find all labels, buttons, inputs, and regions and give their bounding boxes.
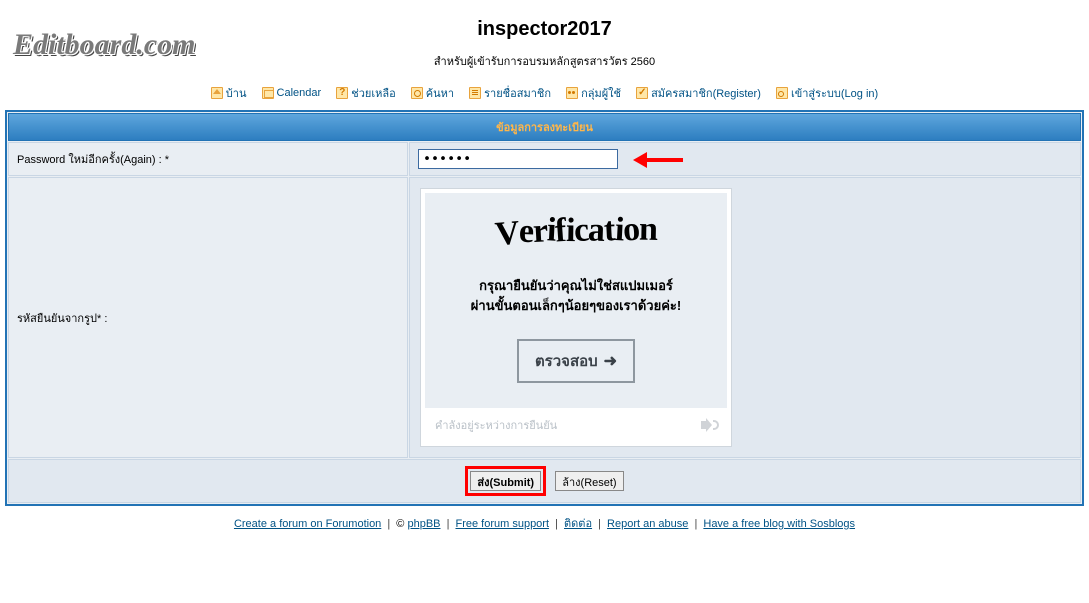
main-nav: บ้าน Calendar ช่วยเหลือ ค้นหา รายชื่อสมา… bbox=[5, 78, 1084, 110]
nav-help[interactable]: ช่วยเหลือ bbox=[336, 84, 395, 102]
verification-title: Verification bbox=[436, 210, 717, 253]
nav-login[interactable]: เข้าสู่ระบบ(Log in) bbox=[776, 84, 878, 102]
home-icon bbox=[211, 87, 223, 99]
footer-report[interactable]: Report an abuse bbox=[607, 518, 688, 530]
pointer-arrow-icon bbox=[633, 154, 683, 166]
submit-button[interactable]: ส่ง(Submit) bbox=[470, 471, 541, 491]
verification-widget: Verification กรุณายืนยันว่าคุณไม่ใช่สแปม… bbox=[420, 188, 732, 447]
verification-footer-hint: คำลังอยู่ระหว่างการยืนยัน bbox=[435, 416, 557, 434]
site-subtitle: สำหรับผู้เข้ารับการอบรมหลักสูตรสารวัตร 2… bbox=[5, 52, 1084, 70]
register-form-table: ข้อมูลการลงทะเบียน Password ใหม่อีกครั้ง… bbox=[5, 110, 1084, 506]
nav-groups[interactable]: กลุ่มผู้ใช้ bbox=[566, 84, 621, 102]
password-again-label: Password ใหม่อีกครั้ง(Again) : * bbox=[8, 142, 408, 176]
reset-button[interactable]: ล้าง(Reset) bbox=[555, 471, 623, 491]
section-header: ข้อมูลการลงทะเบียน bbox=[8, 113, 1081, 141]
captcha-label: รหัสยืนยันจากรูป* : bbox=[8, 177, 408, 458]
nav-home[interactable]: บ้าน bbox=[211, 84, 247, 102]
search-icon bbox=[411, 87, 423, 99]
password-again-input[interactable] bbox=[418, 149, 618, 169]
footer-phpbb[interactable]: phpBB bbox=[407, 518, 440, 530]
nav-register[interactable]: สมัครสมาชิก(Register) bbox=[636, 84, 761, 102]
arrow-right-icon: ➜ bbox=[604, 351, 617, 371]
footer-support[interactable]: Free forum support bbox=[455, 518, 549, 530]
site-title: inspector2017 bbox=[5, 18, 1084, 41]
verification-text: กรุณายืนยันว่าคุณไม่ใช่สแปมเมอร์ ผ่านขั้… bbox=[436, 276, 716, 315]
submit-highlight: ส่ง(Submit) bbox=[465, 466, 546, 496]
help-icon bbox=[336, 87, 348, 99]
footer-sosblogs[interactable]: Have a free blog with Sosblogs bbox=[703, 518, 855, 530]
calendar-icon bbox=[262, 87, 274, 99]
verification-check-button[interactable]: ตรวจสอบ ➜ bbox=[517, 339, 635, 383]
audio-icon[interactable] bbox=[701, 418, 717, 432]
register-icon bbox=[636, 87, 648, 99]
footer-create-forum[interactable]: Create a forum on Forumotion bbox=[234, 518, 381, 530]
nav-calendar[interactable]: Calendar bbox=[262, 87, 322, 99]
footer-links: Create a forum on Forumotion | © phpBB |… bbox=[5, 506, 1084, 540]
members-icon bbox=[469, 87, 481, 99]
footer-copyright: © bbox=[396, 518, 404, 530]
footer-contact[interactable]: ติดต่อ bbox=[564, 518, 592, 530]
nav-members[interactable]: รายชื่อสมาชิก bbox=[469, 84, 551, 102]
nav-search[interactable]: ค้นหา bbox=[411, 84, 454, 102]
groups-icon bbox=[566, 87, 578, 99]
login-icon bbox=[776, 87, 788, 99]
